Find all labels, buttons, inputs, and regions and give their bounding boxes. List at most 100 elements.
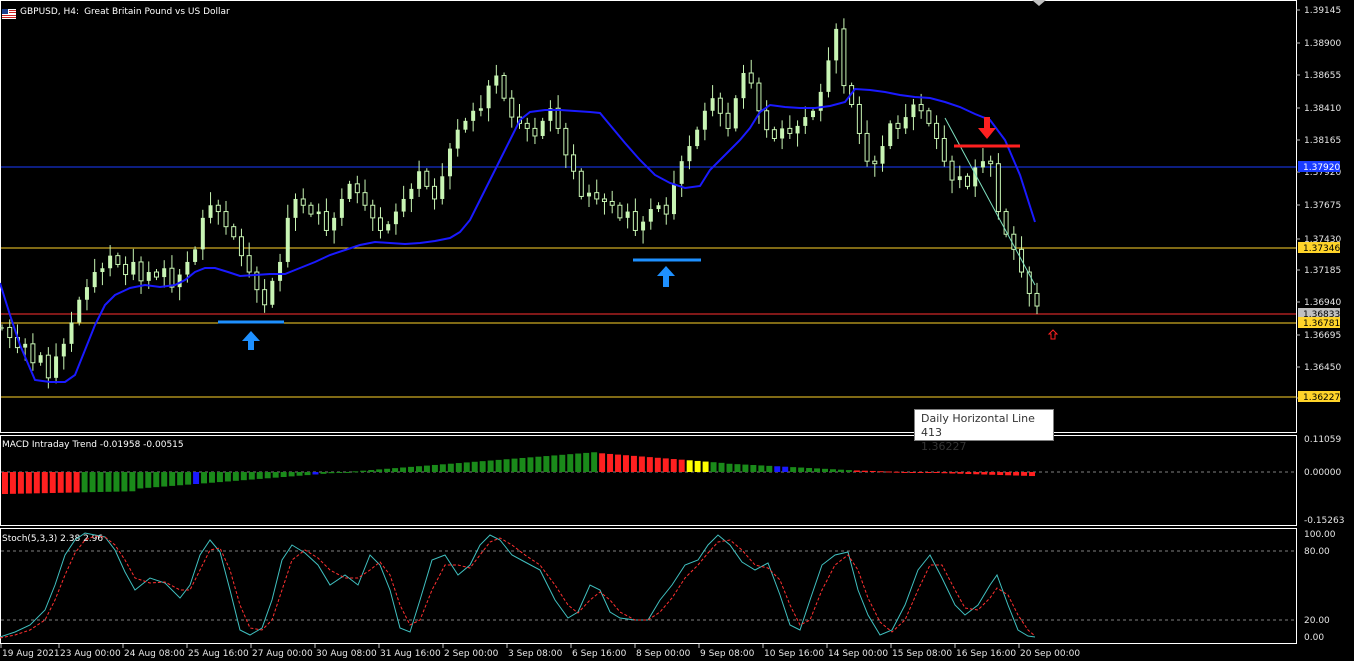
candle-body (463, 120, 468, 130)
candle-body (494, 75, 499, 86)
candle-body (764, 110, 770, 131)
time-tick-label: 19 Aug 2021 (2, 649, 60, 659)
macd-bar (264, 472, 271, 479)
candle-body (362, 192, 368, 206)
candle-body (803, 117, 808, 126)
candle-body (532, 127, 538, 137)
candle-body (115, 255, 121, 265)
candle-body (748, 72, 754, 84)
time-tick-label: 27 Aug 00:00 (252, 649, 313, 659)
time-tick-label: 25 Aug 16:00 (188, 649, 249, 659)
chart-shift-marker[interactable] (1032, 0, 1046, 6)
trend-line[interactable] (944, 117, 1036, 286)
macd-bar (623, 455, 629, 472)
candle-body (717, 97, 723, 114)
candle-body (471, 110, 476, 121)
macd-bar (97, 472, 104, 492)
candle-body (834, 28, 839, 61)
price-tick-label: 1.38900 (1304, 39, 1341, 49)
candle-body (679, 161, 684, 184)
macd-bar (503, 459, 510, 472)
macd-bar (272, 472, 279, 478)
macd-bar (551, 455, 558, 472)
macd-bar (567, 454, 574, 472)
macd-bar (408, 466, 414, 472)
macd-bar (909, 472, 916, 473)
macd-bar (479, 461, 486, 472)
candle-body (841, 28, 847, 87)
candle-body (872, 160, 878, 165)
candle-body (370, 204, 376, 219)
candle-body (215, 204, 221, 213)
macd-bar (654, 457, 661, 472)
macd-bar (17, 472, 24, 494)
macd-tick-label: 0.11059 (1304, 435, 1341, 445)
macd-tick-label: -0.15263 (1304, 516, 1344, 526)
macd-bar (328, 472, 335, 474)
macd-bar (113, 472, 120, 492)
candle-body (811, 110, 816, 118)
candle-body (695, 129, 700, 147)
trading-chart[interactable]: 1.39145 1.38900 1.38655 1.38410 1.38165 1.379… (0, 0, 1354, 661)
macd-bar (527, 457, 534, 472)
candle-body (308, 204, 314, 215)
macd-bar (368, 470, 375, 472)
macd-bar (455, 463, 462, 472)
macd-bar (973, 472, 980, 475)
candle-body (903, 117, 908, 129)
price-axis: 1.39145 1.38900 1.38655 1.38410 1.38165 1.379… (1296, 6, 1341, 404)
candle-body (995, 163, 1001, 213)
candle-body (77, 299, 82, 323)
macd-bar (949, 472, 956, 474)
candle-body (138, 261, 144, 282)
candle-body (555, 107, 561, 129)
candle-body (285, 217, 290, 262)
candle-body (826, 60, 831, 92)
candle-body (354, 183, 360, 194)
macd-bar (583, 452, 590, 472)
candle-body (888, 123, 893, 147)
macd-bar (1013, 472, 1020, 476)
time-tick-label: 6 Sep 16:00 (572, 649, 627, 659)
macd-bar (65, 472, 72, 493)
candle-body (262, 289, 268, 306)
candle-body (238, 236, 244, 257)
candle-body (941, 137, 947, 162)
candle-body (895, 122, 901, 129)
price-tick-label: 1.39145 (1304, 6, 1341, 16)
macd-bar (814, 468, 821, 472)
sell-signal-2-outline (1047, 329, 1059, 340)
time-tick-label: 9 Sep 08:00 (700, 649, 755, 659)
candle-body (587, 192, 592, 197)
macd-bar (822, 468, 828, 472)
macd-bar (431, 464, 438, 472)
candle-body (162, 268, 167, 278)
candle-body (38, 355, 43, 363)
macd-bar (161, 472, 168, 487)
time-axis: 19 Aug 2021 23 Aug 00:00 24 Aug 08:00 25 Au… (0, 644, 1080, 659)
macd-bar (662, 458, 669, 472)
macd-bar (837, 469, 844, 472)
candle-body (687, 146, 692, 162)
candle-body (30, 343, 36, 364)
candle-body (424, 170, 430, 187)
macd-bar (352, 471, 359, 473)
candle-body (725, 112, 731, 129)
price-tick-label: 1.38655 (1304, 71, 1341, 81)
stoch-axis: 100.00 80.00 20.00 0.00 (1304, 530, 1336, 643)
macd-bar (750, 465, 757, 472)
macd-bar (726, 463, 733, 472)
macd-bar (893, 471, 900, 473)
moving-average-line (0, 87, 1036, 383)
macd-bar (575, 453, 582, 472)
macd-bar (193, 472, 200, 484)
macd-bar (376, 469, 383, 472)
macd-bar (535, 456, 542, 472)
macd-bar (360, 470, 367, 472)
macd-bar (392, 468, 399, 472)
sell-signal-1 (954, 117, 1020, 148)
macd-bar (933, 472, 940, 473)
candle-body (417, 171, 422, 189)
macd-bar (33, 472, 40, 494)
candle-body (185, 261, 190, 275)
